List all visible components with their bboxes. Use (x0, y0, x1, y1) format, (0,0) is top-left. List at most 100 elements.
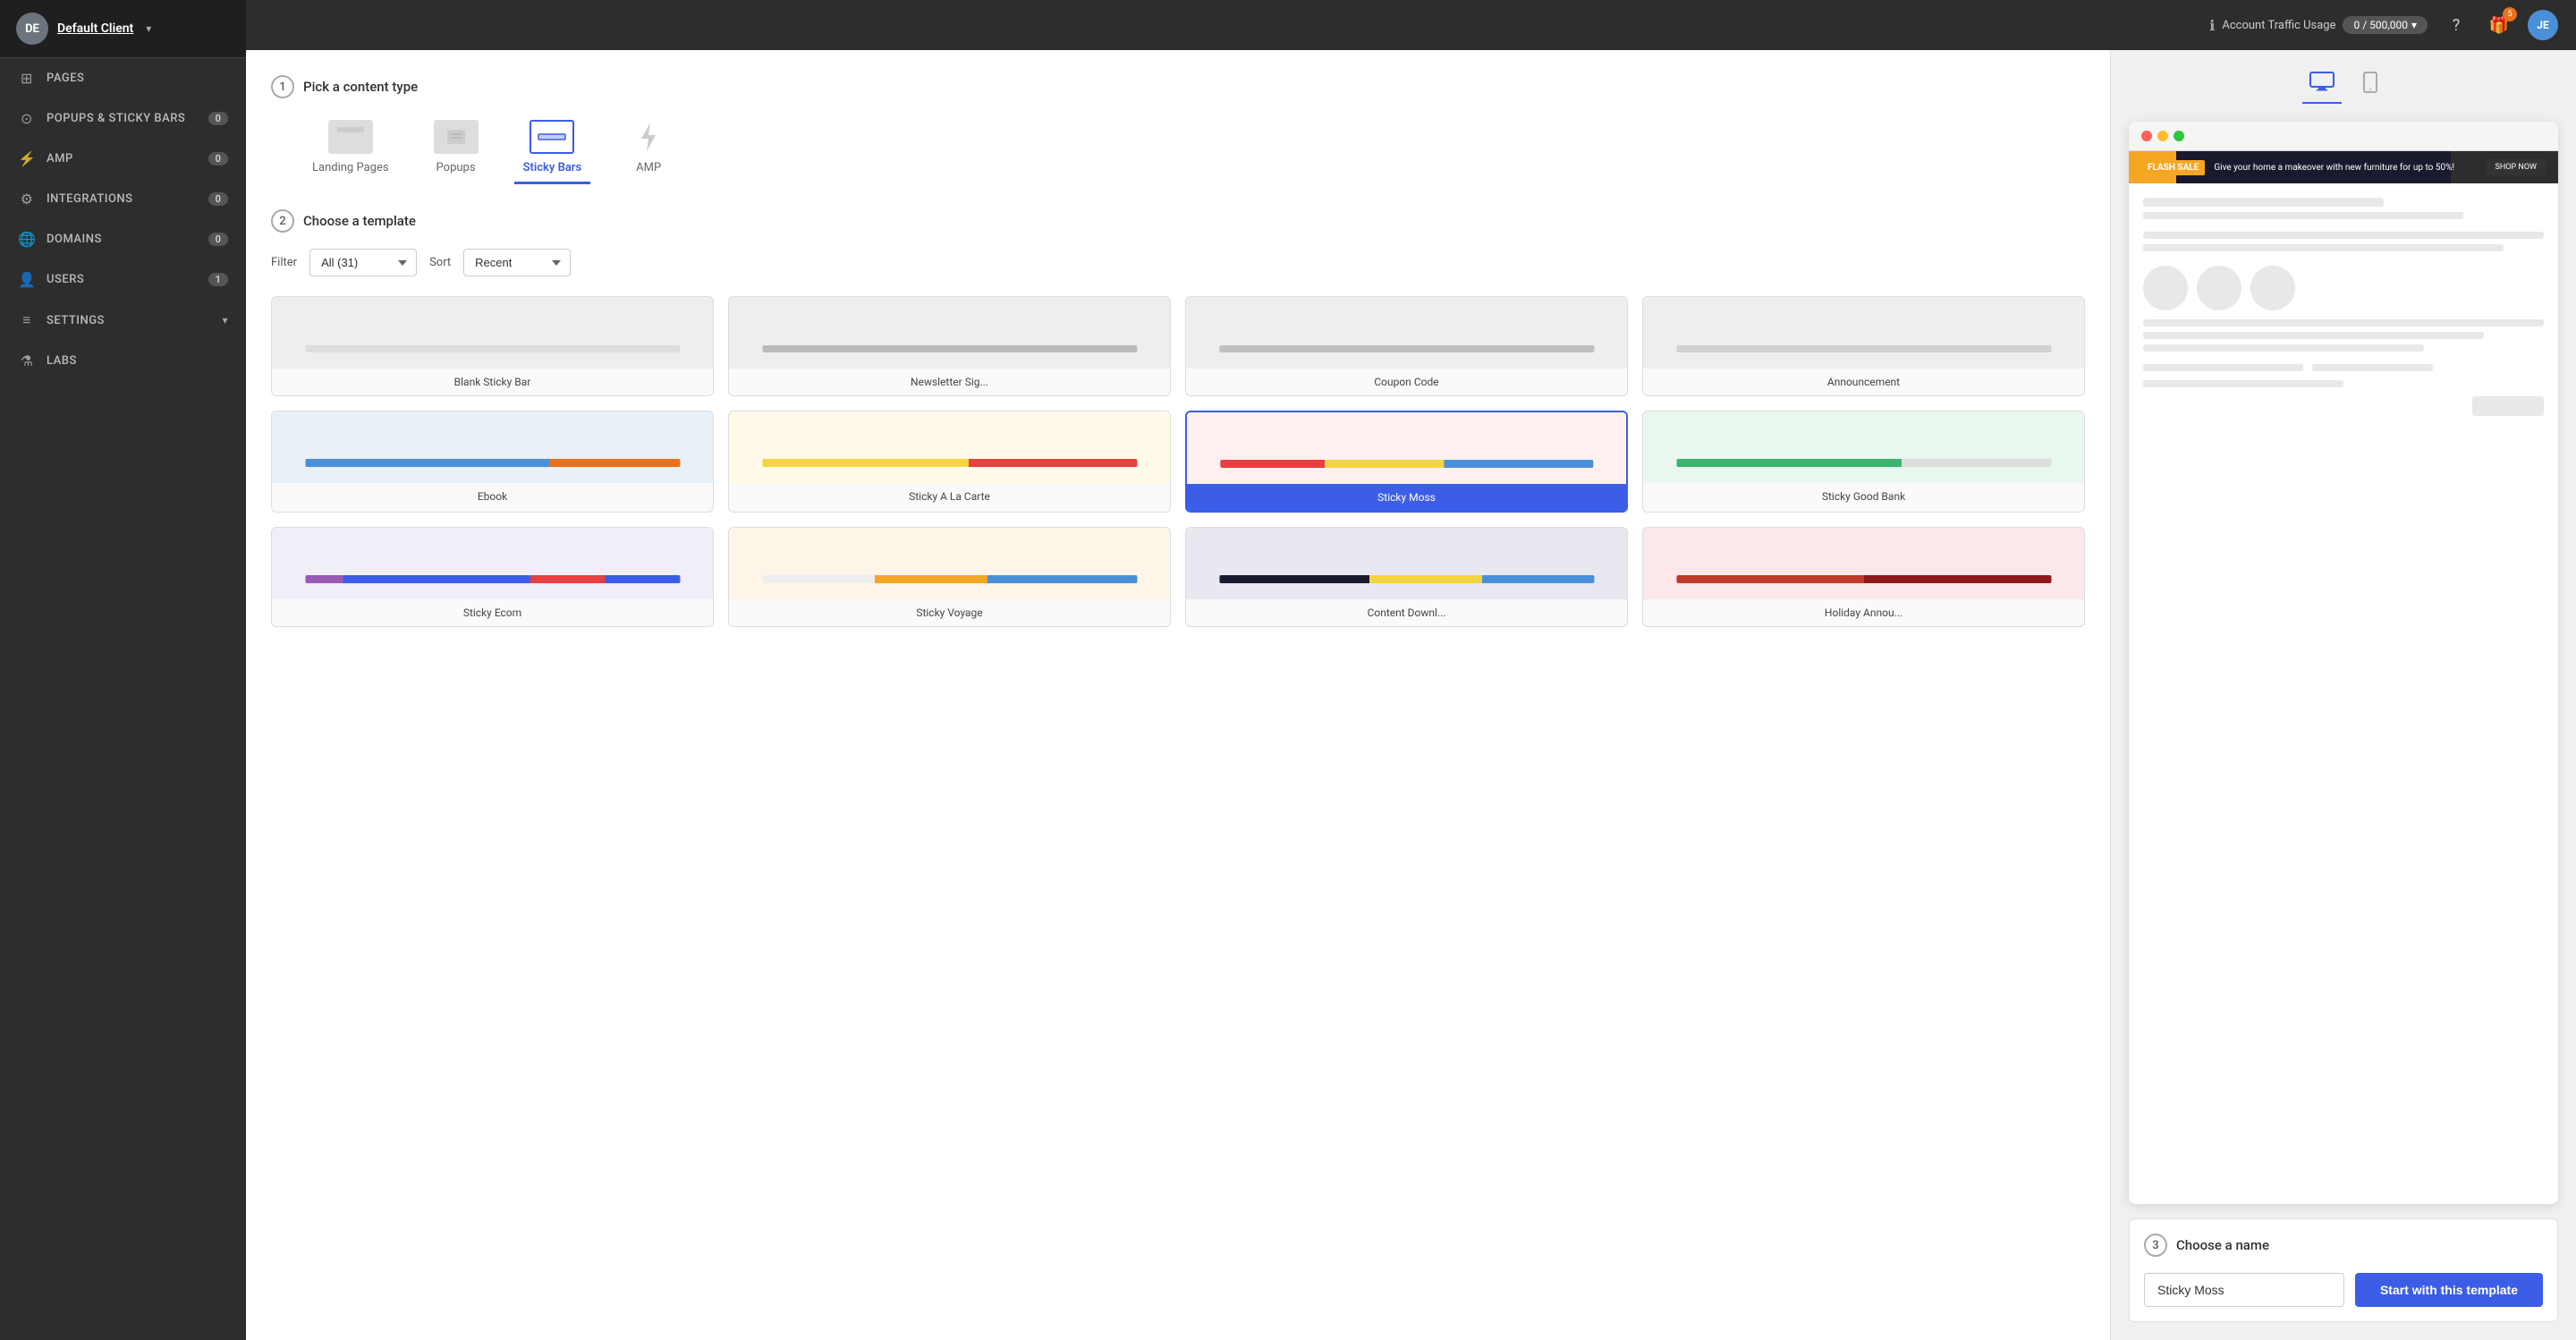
info-icon: ℹ (2209, 17, 2215, 34)
template-content-downl[interactable]: Content Downl... (1185, 527, 1628, 627)
sticky-bar-preview: FLASH SALE Give your home a makeover wit… (2129, 151, 2558, 183)
page-skeleton (2129, 183, 2558, 430)
step1-label: Pick a content type (303, 79, 418, 95)
sidebar-item-pages[interactable]: ⊞ PAGES (0, 58, 246, 98)
landing-pages-icon (328, 120, 373, 154)
browser-toolbar (2129, 122, 2558, 151)
template-sticky-voyage[interactable]: Sticky Voyage (728, 527, 1171, 627)
template-thumb-sticky-ecom (272, 528, 713, 599)
template-name-input[interactable] (2144, 1273, 2344, 1307)
skel-line-5 (2143, 319, 2544, 327)
flash-sale-badge: FLASH SALE (2141, 160, 2205, 175)
labs-icon: ⚗ (18, 352, 36, 369)
template-label-blank: Blank Sticky Bar (272, 369, 713, 395)
skel-seg-2 (2312, 364, 2432, 371)
desktop-device-btn[interactable] (2302, 68, 2342, 104)
tab-amp[interactable]: AMP (617, 114, 680, 184)
device-toggle (2129, 68, 2558, 104)
template-blank-sticky-bar[interactable]: Blank Sticky Bar (271, 296, 714, 396)
users-icon: 👤 (18, 271, 36, 288)
template-sticky-moss[interactable]: Sticky Moss (1185, 411, 1628, 513)
template-label-sticky-good-bank: Sticky Good Bank (1643, 483, 2084, 510)
tab-sticky-bars[interactable]: Sticky Bars (514, 114, 591, 184)
skel-line-7 (2143, 344, 2424, 352)
gifts-wrap: 🎁 5 (2485, 11, 2513, 39)
client-name[interactable]: Default Client (57, 21, 133, 36)
template-coupon-code[interactable]: Coupon Code (1185, 296, 1628, 396)
sidebar: DE Default Client ▾ ⊞ PAGES ⊙ POPUPS & S… (0, 0, 246, 1340)
skel-circle-3 (2250, 266, 2295, 310)
content-type-tabs: Landing Pages Popups Sticky Bars (271, 114, 2085, 184)
settings-arrow-icon: ▾ (222, 314, 228, 327)
skel-row-2 (2143, 364, 2544, 371)
sidebar-item-integrations[interactable]: ⚙ INTEGRATIONS 0 (0, 179, 246, 219)
tab-popups[interactable]: Popups (425, 114, 487, 184)
sidebar-item-settings[interactable]: ≡ SETTINGS ▾ (0, 300, 246, 341)
landing-pages-label: Landing Pages (312, 161, 389, 174)
template-label-content-downl: Content Downl... (1186, 599, 1627, 626)
client-avatar: DE (16, 13, 48, 45)
domains-icon: 🌐 (18, 231, 36, 248)
sort-select[interactable]: Recent (463, 249, 571, 276)
traffic-value: 0 / 500,000 (2353, 19, 2407, 31)
template-announcement[interactable]: Announcement (1642, 296, 2085, 396)
skel-btn (2472, 396, 2544, 416)
sidebar-item-popups[interactable]: ⊙ POPUPS & STICKY BARS 0 (0, 98, 246, 139)
right-panel: FLASH SALE Give your home a makeover wit… (2111, 50, 2576, 1340)
traffic-pill: 0 / 500,000 ▾ (2343, 16, 2428, 34)
traffic-info: ℹ Account Traffic Usage 0 / 500,000 ▾ (2209, 16, 2428, 34)
sidebar-item-users[interactable]: 👤 USERS 1 (0, 259, 246, 300)
skel-spacer (2304, 266, 2544, 310)
template-sticky-ecom[interactable]: Sticky Ecom (271, 527, 714, 627)
browser-dot-yellow (2157, 131, 2168, 141)
skel-line-1 (2143, 198, 2384, 207)
step3-panel: 3 Choose a name Start with this template (2129, 1218, 2558, 1322)
step2-circle: 2 (271, 209, 294, 233)
traffic-dropdown-icon[interactable]: ▾ (2411, 19, 2417, 31)
template-thumb-newsletter (729, 297, 1170, 369)
template-thumb-sticky-voyage (729, 528, 1170, 599)
sidebar-item-labs[interactable]: ⚗ LABS (0, 341, 246, 381)
template-sticky-a-la-carte[interactable]: Sticky A La Carte (728, 411, 1171, 513)
sticky-bars-icon (530, 120, 574, 154)
users-badge: 1 (208, 273, 228, 286)
template-label-newsletter: Newsletter Sig... (729, 369, 1170, 395)
sidebar-item-domains[interactable]: 🌐 DOMAINS 0 (0, 219, 246, 259)
skel-seg-1 (2143, 364, 2303, 371)
gift-badge: 5 (2503, 7, 2517, 21)
step3-label: Choose a name (2176, 1237, 2269, 1253)
template-thumb-announcement (1643, 297, 2084, 369)
template-sticky-good-bank[interactable]: Sticky Good Bank (1642, 411, 2085, 513)
template-holiday-annou[interactable]: Holiday Annou... (1642, 527, 2085, 627)
skel-btn-row (2143, 396, 2544, 416)
template-label-sticky-a-la-carte: Sticky A La Carte (729, 483, 1170, 510)
templates-grid: Blank Sticky Bar Newsletter Sig... Coupo… (271, 296, 2085, 645)
left-panel: 1 Pick a content type Landing Pages (246, 50, 2111, 1340)
step1-header: 1 Pick a content type (271, 75, 2085, 98)
template-label-ebook: Ebook (272, 483, 713, 510)
skel-circle-2 (2197, 266, 2241, 310)
template-thumb-sticky-a-la-carte (729, 411, 1170, 483)
template-newsletter-sig[interactable]: Newsletter Sig... (728, 296, 1171, 396)
start-with-template-button[interactable]: Start with this template (2355, 1273, 2543, 1307)
help-button[interactable]: ? (2442, 11, 2470, 39)
popups-type-label: Popups (436, 161, 476, 174)
client-dropdown-icon[interactable]: ▾ (146, 22, 151, 35)
tab-landing-pages[interactable]: Landing Pages (303, 114, 398, 184)
template-thumb-coupon (1186, 297, 1627, 369)
template-thumb-content-downl (1186, 528, 1627, 599)
step2-label: Choose a template (303, 213, 416, 229)
template-ebook[interactable]: Ebook (271, 411, 714, 513)
filter-select[interactable]: All (31) (309, 249, 417, 276)
user-avatar[interactable]: JE (2528, 10, 2558, 40)
template-thumb-holiday (1643, 528, 2084, 599)
sidebar-item-amp[interactable]: ⚡ AMP 0 (0, 139, 246, 179)
mobile-device-btn[interactable] (2356, 68, 2385, 104)
popups-type-icon (434, 120, 479, 154)
domains-badge: 0 (208, 233, 228, 246)
skel-line-3 (2143, 232, 2544, 239)
content-area: 1 Pick a content type Landing Pages (246, 50, 2576, 1340)
popups-icon: ⊙ (18, 110, 36, 127)
amp-badge: 0 (208, 152, 228, 165)
skel-line-2 (2143, 212, 2463, 219)
